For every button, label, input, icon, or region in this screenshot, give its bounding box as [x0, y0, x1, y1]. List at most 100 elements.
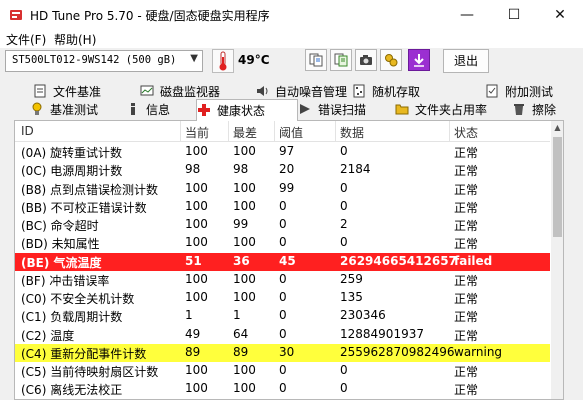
cell-id: (BF) 冲击错误率 — [21, 273, 110, 288]
menu-file[interactable]: 文件(F) — [6, 31, 46, 48]
table-row[interactable]: (0A) 旋转重试计数 100 100 97 0 正常 — [15, 143, 550, 161]
table-row[interactable]: (0C) 电源周期计数 98 98 20 2184 正常 — [15, 161, 550, 179]
cell-current: 100 — [185, 363, 208, 377]
tab-random-access[interactable]: 随机存取 — [352, 82, 442, 100]
close-button[interactable]: ✕ — [537, 0, 583, 30]
column-header-status[interactable]: 状态 — [454, 124, 478, 141]
cell-data: 135 — [340, 290, 363, 304]
cell-id: (C1) 负载周期计数 — [21, 310, 123, 325]
tab-extra-tests[interactable]: 附加测试 — [485, 82, 575, 100]
benchmark-icon — [32, 102, 42, 115]
tab-error-scan[interactable]: 错误扫描 — [298, 100, 388, 118]
cell-current: 51 — [185, 253, 202, 268]
tab-disk-monitor[interactable]: 磁盘监视器 — [140, 82, 240, 100]
cell-data: 0 — [340, 180, 348, 195]
column-header-worst[interactable]: 最差 — [233, 124, 257, 141]
cell-worst: 100 — [233, 363, 256, 377]
table-row[interactable]: (B8) 点到点错误检测计数 100 100 99 0 正常 — [15, 180, 550, 198]
cell-current: 89 — [185, 344, 201, 359]
table-row[interactable]: (C0) 不安全关机计数 100 100 0 135 正常 — [15, 289, 550, 307]
options-button[interactable] — [380, 49, 402, 71]
cell-status: 正常 — [454, 200, 479, 215]
cell-id: (C0) 不安全关机计数 — [21, 292, 135, 306]
screenshot-button[interactable] — [355, 49, 377, 71]
health-cross-icon — [198, 104, 210, 116]
cell-worst: 99 — [233, 217, 249, 231]
tab-label: 信息 — [146, 103, 171, 117]
column-divider[interactable] — [335, 121, 336, 141]
cell-id: (0C) 电源周期计数 — [21, 164, 123, 179]
tab-label: 磁盘监视器 — [160, 85, 221, 99]
cell-id: (BB) 不可校正错误计数 — [21, 200, 147, 215]
column-header-data[interactable]: 数据 — [340, 124, 364, 141]
table-row[interactable]: (BE) 气流温度 51 36 45 26294665412657 failed — [15, 252, 550, 271]
vertical-scrollbar[interactable]: ▲ — [551, 121, 563, 399]
download-arrow-icon — [414, 54, 424, 67]
cell-worst: 36 — [233, 253, 250, 268]
copy-all-icon — [334, 53, 348, 67]
chevron-down-icon: ▼ — [190, 53, 198, 64]
cell-current: 100 — [185, 217, 208, 231]
tab-info[interactable]: 信息 — [126, 100, 186, 118]
cell-worst: 100 — [233, 290, 256, 304]
cell-status: 正常 — [454, 219, 479, 233]
tab-erase[interactable]: 擦除 — [512, 100, 572, 118]
scrollbar-thumb[interactable] — [553, 137, 562, 237]
tab-label: 擦除 — [532, 103, 557, 117]
table-row[interactable]: (C1) 负载周期计数 1 1 0 230346 正常 — [15, 307, 550, 325]
drive-select[interactable]: ST500LT012-9WS142 (500 gB) ▼ — [5, 50, 203, 72]
tab-file-benchmark[interactable]: 文件基准 — [33, 82, 123, 100]
cell-id: (C5) 当前待映射扇区计数 — [21, 365, 159, 379]
cell-id: (BC) 命令超时 — [21, 219, 99, 233]
cell-worst: 64 — [233, 326, 249, 341]
minimize-button[interactable]: — — [444, 0, 490, 30]
window-title: HD Tune Pro 5.70 - 硬盘/固态硬盘实用程序 — [30, 9, 270, 23]
column-divider[interactable] — [228, 121, 229, 141]
cell-data: 230346 — [340, 308, 386, 323]
options-icon — [385, 54, 398, 67]
cell-worst: 100 — [233, 271, 256, 286]
cell-status: failed — [454, 253, 493, 268]
table-row[interactable]: (C5) 当前待映射扇区计数 100 100 0 0 正常 — [15, 362, 550, 380]
cell-id: (BE) 气流温度 — [21, 255, 102, 270]
tab-benchmark[interactable]: 基准测试 — [30, 100, 120, 118]
column-divider[interactable] — [449, 121, 450, 141]
copy-all-button[interactable] — [330, 49, 352, 71]
cell-id: (B8) 点到点错误检测计数 — [21, 182, 159, 197]
cell-status: 正常 — [454, 237, 479, 252]
camera-icon — [360, 55, 372, 65]
hdtune-app-icon — [10, 10, 22, 20]
cell-data: 2 — [340, 217, 348, 231]
copy-info-button[interactable] — [305, 49, 327, 71]
cell-threshold: 0 — [279, 235, 287, 250]
cell-data: 2184 — [340, 162, 371, 177]
tab-folder-usage[interactable]: 文件夹占用率 — [395, 100, 505, 118]
tab-label: 自动噪音管理 — [275, 85, 348, 99]
table-row[interactable]: (BB) 不可校正错误计数 100 100 0 0 正常 — [15, 198, 550, 216]
scroll-up-icon[interactable]: ▲ — [551, 121, 563, 135]
cell-threshold: 97 — [279, 144, 295, 158]
column-divider[interactable] — [180, 121, 181, 141]
cell-threshold: 0 — [279, 198, 287, 213]
tab-label: 错误扫描 — [318, 103, 367, 117]
table-row[interactable]: (BF) 冲击错误率 100 100 0 259 正常 — [15, 271, 550, 289]
column-header-id[interactable]: ID — [21, 124, 34, 138]
maximize-button[interactable]: ☐ — [491, 0, 537, 30]
column-header-threshold[interactable]: 阈值 — [279, 124, 303, 141]
column-header-current[interactable]: 当前 — [185, 124, 209, 141]
tab-aam[interactable]: 自动噪音管理 — [255, 82, 365, 100]
menu-help[interactable]: 帮助(H) — [54, 31, 96, 48]
table-row[interactable]: (C4) 重新分配事件计数 89 89 30 255962870982496 warnin… — [15, 343, 550, 362]
table-row[interactable]: (C6) 离线无法校正 100 100 0 0 正常 — [15, 380, 550, 398]
table-row[interactable]: (C2) 温度 49 64 0 12884901937 正常 — [15, 326, 550, 344]
speaker-icon — [257, 86, 268, 96]
table-row[interactable]: (BD) 未知属性 100 100 0 0 正常 — [15, 234, 550, 252]
cell-data: 26294665412657 — [340, 253, 457, 268]
save-button[interactable] — [408, 49, 430, 71]
tab-health[interactable]: 健康状态 — [196, 99, 298, 121]
file-benchmark-icon — [34, 84, 46, 98]
cell-worst: 100 — [233, 381, 256, 396]
exit-button[interactable]: 退出 — [443, 49, 489, 73]
column-divider[interactable] — [274, 121, 275, 141]
table-row[interactable]: (BC) 命令超时 100 99 0 2 正常 — [15, 216, 550, 234]
